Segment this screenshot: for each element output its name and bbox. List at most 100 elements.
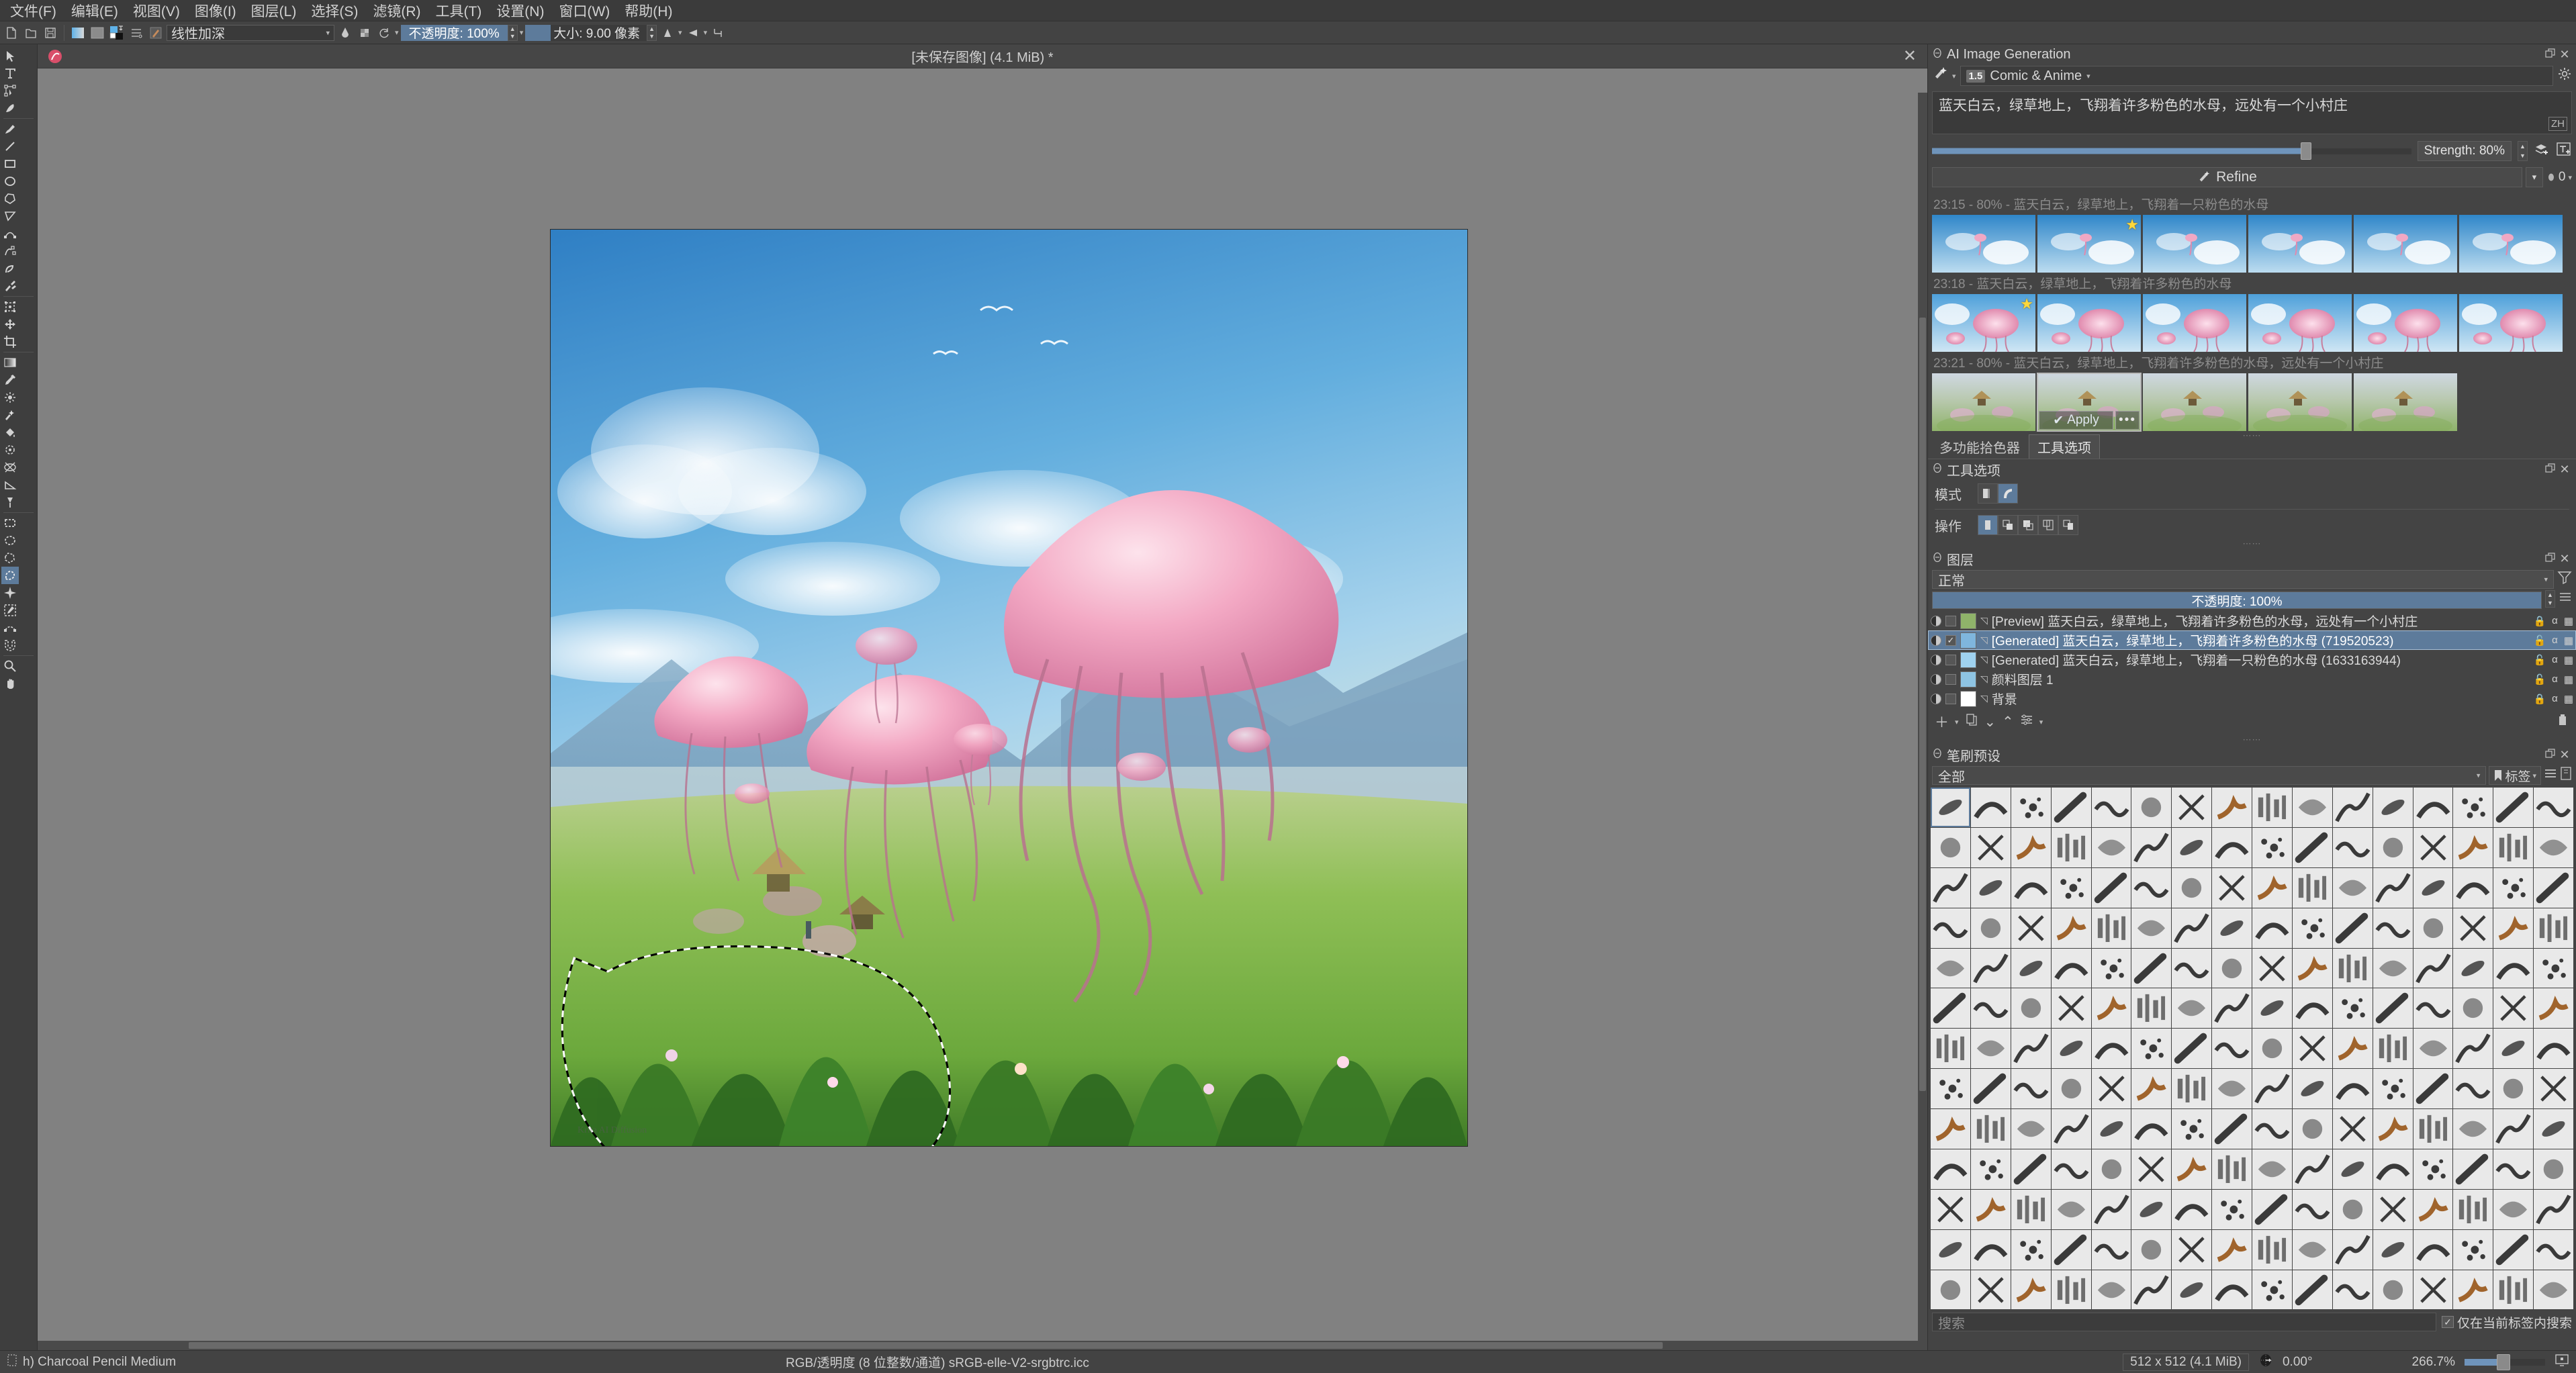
- brush-preset-cell[interactable]: [1970, 1189, 2011, 1229]
- ellipse-tool[interactable]: [1, 173, 19, 190]
- history-thumbnail[interactable]: [2248, 215, 2352, 273]
- layer-alpha-lock-icon[interactable]: ▦: [2564, 693, 2573, 705]
- menu-item-8[interactable]: 设置(N): [489, 0, 551, 23]
- style-combo[interactable]: 1.5 Comic & Anime ▾: [1960, 66, 2553, 86]
- brush-preset-cell[interactable]: [2131, 1109, 2172, 1149]
- brush-preset-cell[interactable]: [2373, 988, 2413, 1029]
- brush-preset-cell[interactable]: [1931, 1149, 1970, 1189]
- brush-preset-cell[interactable]: [2413, 1069, 2453, 1108]
- resource-storage-icon[interactable]: [2560, 767, 2572, 784]
- brush-preset-cell[interactable]: [2493, 867, 2534, 908]
- similar-color-selection-tool[interactable]: [1, 602, 19, 619]
- reset-icon[interactable]: [375, 24, 393, 42]
- history-thumbnail[interactable]: [2459, 215, 2563, 273]
- bezier-selection-tool[interactable]: [1, 619, 19, 636]
- brush-preset-cell[interactable]: [2131, 988, 2172, 1029]
- brush-preset-cell[interactable]: [2292, 988, 2332, 1029]
- brush-preset-cell[interactable]: [2011, 788, 2051, 827]
- brush-preset-cell[interactable]: [2292, 1270, 2332, 1310]
- brush-preset-cell[interactable]: [2252, 1189, 2292, 1229]
- dynamic-brush-tool[interactable]: [1, 260, 19, 277]
- brush-preset-cell[interactable]: [2534, 1149, 2573, 1189]
- brush-preset-cell[interactable]: [2373, 827, 2413, 867]
- brush-preset-cell[interactable]: [2373, 1109, 2413, 1149]
- brush-preset-cell[interactable]: [2011, 1149, 2051, 1189]
- opacity-spinner[interactable]: 不透明度: 100% ▲ ▼: [400, 24, 518, 42]
- menu-item-6[interactable]: 滤镜(R): [365, 0, 428, 23]
- brush-preset-cell[interactable]: [2332, 948, 2373, 988]
- brush-preset-cell[interactable]: [2172, 1229, 2212, 1270]
- brush-preset-cell[interactable]: [2172, 1189, 2212, 1229]
- brush-preset-cell[interactable]: [2332, 827, 2373, 867]
- layer-visibility-icon[interactable]: [1931, 654, 1941, 665]
- brush-preset-cell[interactable]: [1931, 908, 1970, 948]
- apply-button[interactable]: ✔ Apply: [2039, 411, 2113, 430]
- brush-preset-cell[interactable]: [2051, 788, 2091, 827]
- brush-preset-cell[interactable]: [2212, 1109, 2252, 1149]
- canvas-horizontal-scrollbar[interactable]: [38, 1341, 1927, 1350]
- freehand-path-tool[interactable]: [1, 242, 19, 260]
- layer-row[interactable]: ◹ 颜料图层 1 🔓 α ▦: [1928, 669, 2576, 689]
- contiguous-selection-tool[interactable]: [1, 584, 19, 602]
- brush-preset-cell[interactable]: [2453, 1229, 2493, 1270]
- brush-preset-cell[interactable]: [2534, 948, 2573, 988]
- assistant-tool[interactable]: [1, 459, 19, 476]
- line-tool[interactable]: [1, 138, 19, 155]
- float-dock-icon[interactable]: [2542, 552, 2557, 566]
- brush-preset-cell[interactable]: [2252, 867, 2292, 908]
- brush-preset-cell[interactable]: [2091, 1029, 2131, 1069]
- pan-tool[interactable]: [1, 675, 19, 692]
- splitter-handle-2[interactable]: ⋯⋯: [1928, 538, 2576, 549]
- float-dock-icon[interactable]: [2542, 48, 2557, 62]
- brush-preset-cell[interactable]: [2131, 827, 2172, 867]
- history-thumbnail[interactable]: [2354, 373, 2457, 431]
- brush-preset-cell[interactable]: [2453, 1189, 2493, 1229]
- gear-icon[interactable]: [2557, 66, 2572, 85]
- brush-preset-cell[interactable]: [2051, 1029, 2091, 1069]
- brush-preset-cell[interactable]: [2332, 1189, 2373, 1229]
- tab-0[interactable]: 多功能拾色器: [1931, 434, 2029, 459]
- brush-preset-cell[interactable]: [2212, 867, 2252, 908]
- brush-preset-cell[interactable]: [2534, 1069, 2573, 1108]
- brush-preset-cell[interactable]: [2332, 867, 2373, 908]
- brush-preset-cell[interactable]: [2252, 988, 2292, 1029]
- brush-preset-cell[interactable]: [2292, 867, 2332, 908]
- brush-preset-cell[interactable]: [2091, 1149, 2131, 1189]
- brush-preset-cell[interactable]: [2493, 1069, 2534, 1108]
- dock-lock-icon[interactable]: [1932, 747, 1943, 763]
- layer-row[interactable]: ◹ [Preview] 蓝天白云，绿草地上，飞翔着许多粉色的水母，远处有一个小村庄…: [1928, 611, 2576, 630]
- add-text-icon[interactable]: [2556, 141, 2572, 161]
- brush-preset-cell[interactable]: [1931, 1029, 1970, 1069]
- brush-preset-cell[interactable]: [2373, 1270, 2413, 1310]
- brush-preset-cell[interactable]: [2011, 1109, 2051, 1149]
- brush-preset-cell[interactable]: [2413, 1189, 2453, 1229]
- brush-preset-cell[interactable]: [2172, 788, 2212, 827]
- brush-preset-icon[interactable]: [147, 24, 165, 42]
- brush-preset-cell[interactable]: [2493, 948, 2534, 988]
- opacity-value[interactable]: 不透明度: 100%: [400, 24, 508, 41]
- brush-preset-cell[interactable]: [1931, 827, 1970, 867]
- layer-alpha-lock-icon[interactable]: ▦: [2564, 654, 2573, 666]
- gradient-swatch-icon[interactable]: [69, 24, 87, 42]
- brush-preset-cell[interactable]: [2252, 1029, 2292, 1069]
- brush-preset-cell[interactable]: [2252, 1069, 2292, 1108]
- elliptical-selection-tool[interactable]: [1, 532, 19, 549]
- preset-list-icon[interactable]: [128, 24, 145, 42]
- brush-preset-cell[interactable]: [2292, 948, 2332, 988]
- brush-preset-cell[interactable]: [2172, 1029, 2212, 1069]
- dock-lock-icon[interactable]: [1932, 462, 1943, 477]
- strength-value[interactable]: Strength: 80%: [2417, 141, 2512, 161]
- menu-item-10[interactable]: 帮助(H): [617, 0, 680, 23]
- brush-preset-cell[interactable]: [2534, 988, 2573, 1029]
- layer-visibility-icon[interactable]: [1931, 693, 1941, 704]
- enclose-and-fill-tool[interactable]: [1, 441, 19, 459]
- brush-preset-cell[interactable]: [2332, 788, 2373, 827]
- chevron-down-icon[interactable]: ▾: [520, 28, 524, 37]
- measure-tool[interactable]: [1, 476, 19, 493]
- brush-preset-cell[interactable]: [1970, 867, 2011, 908]
- brush-preset-cell[interactable]: [1970, 1149, 2011, 1189]
- brush-preset-cell[interactable]: [2292, 1189, 2332, 1229]
- layer-visibility-icon[interactable]: [1931, 634, 1941, 646]
- chevron-down-icon[interactable]: ▾: [395, 28, 399, 37]
- brush-preset-cell[interactable]: [2413, 867, 2453, 908]
